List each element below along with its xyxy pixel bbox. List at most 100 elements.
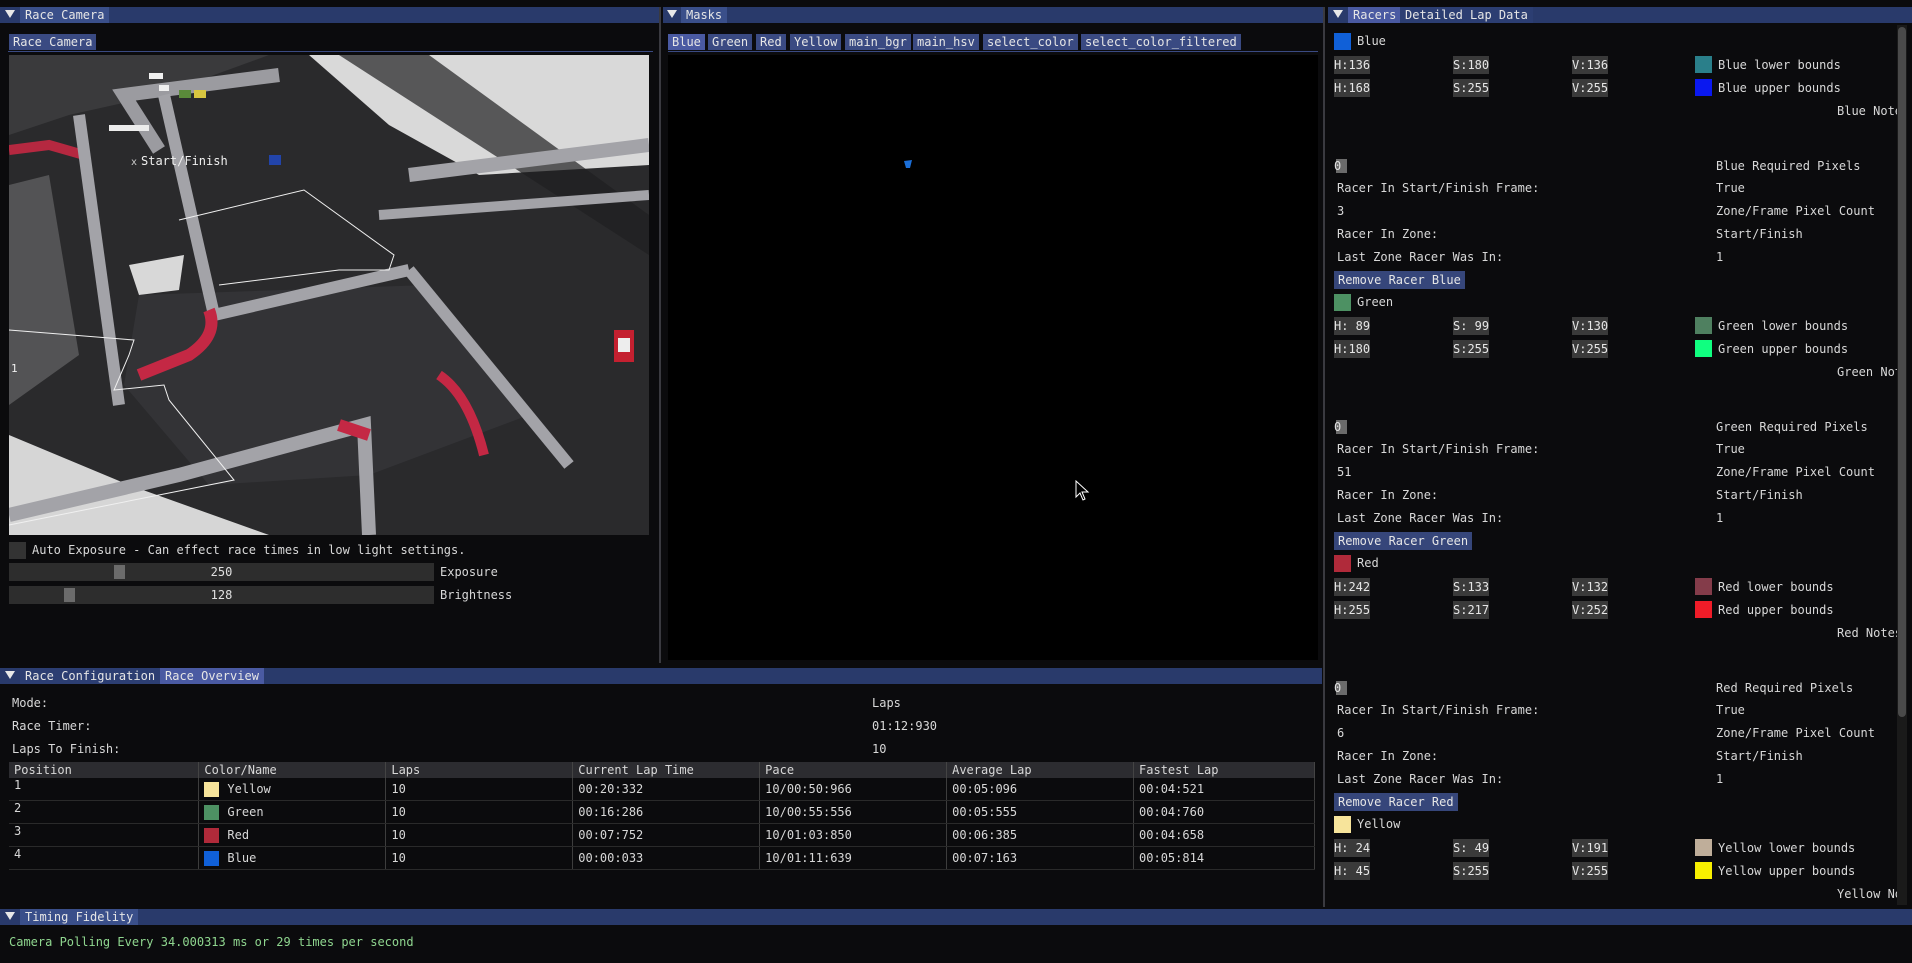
mask-tab-blue[interactable]: Blue xyxy=(668,34,705,50)
racer-green-swatch[interactable] xyxy=(1334,294,1351,311)
racer-red-swatch[interactable] xyxy=(1334,555,1351,572)
racer-red-upper-h[interactable]: H:255 xyxy=(1334,601,1371,619)
racer-red-lower-v[interactable]: V:132 xyxy=(1572,578,1609,596)
tab-race-camera[interactable]: Race Camera xyxy=(9,34,97,50)
racer-blue-upper-s[interactable]: S:255 xyxy=(1453,79,1490,97)
racer-yellow-swatch[interactable] xyxy=(1334,816,1351,833)
racer-blue-in-zone-right: Start/Finish xyxy=(1716,227,1803,241)
mask-tab-main-bgr[interactable]: main_bgr xyxy=(845,34,911,50)
collapse-arrow-icon[interactable] xyxy=(5,912,15,920)
racer-yellow-upper-s[interactable]: S:255 xyxy=(1453,862,1490,880)
masks-right-border[interactable] xyxy=(1323,7,1325,907)
race-camera-titlebar[interactable]: Race Camera xyxy=(0,7,660,23)
row-fastest-lap: 00:04:521 xyxy=(1133,778,1315,801)
racer-green-lower-swatch[interactable] xyxy=(1695,317,1712,334)
mask-tab-main-hsv[interactable]: main_hsv xyxy=(913,34,979,50)
racer-green-lower-v[interactable]: V:130 xyxy=(1572,317,1609,335)
racer-color-swatch xyxy=(204,781,220,797)
racer-blue-swatch[interactable] xyxy=(1334,33,1351,50)
racer-blue-upper-h[interactable]: H:168 xyxy=(1334,79,1371,97)
racer-green-lower-h[interactable]: H: 89 xyxy=(1334,317,1371,335)
racer-yellow-lower-h[interactable]: H: 24 xyxy=(1334,839,1371,857)
racers-scrollbar-thumb[interactable] xyxy=(1898,27,1906,717)
col-average-lap[interactable]: Average Lap xyxy=(946,762,1135,778)
racer-blue-in-zone-left: Racer In Zone: xyxy=(1337,227,1439,241)
racer-yellow-upper-v[interactable]: V:255 xyxy=(1572,862,1609,880)
collapse-arrow-icon[interactable] xyxy=(1333,10,1343,18)
mask-tab-select-color-filtered[interactable]: select_color_filtered xyxy=(1081,34,1241,50)
col-position[interactable]: Position xyxy=(9,762,200,778)
racer-blue-upper-v[interactable]: V:255 xyxy=(1572,79,1609,97)
racer-green-upper-v[interactable]: V:255 xyxy=(1572,340,1609,358)
racer-red-lower-s[interactable]: S:133 xyxy=(1453,578,1490,596)
race-camera-window-title[interactable]: Race Camera xyxy=(20,7,110,23)
row-current-lap-time: 00:00:033 xyxy=(572,846,761,870)
mode-label: Mode: xyxy=(12,696,49,710)
racer-blue-lower-swatch[interactable] xyxy=(1695,56,1712,73)
mask-tab-green[interactable]: Green xyxy=(708,34,753,50)
racer-yellow-lower-s[interactable]: S: 49 xyxy=(1453,839,1490,857)
racer-green-required-pixels-label: Green Required Pixels xyxy=(1716,420,1868,434)
tab-racers[interactable]: Racers xyxy=(1348,7,1402,23)
brightness-slider[interactable]: 128 xyxy=(9,586,434,604)
racer-blue-lower-s[interactable]: S:180 xyxy=(1453,56,1490,74)
mask-tab-yellow[interactable]: Yellow xyxy=(790,34,842,50)
zone-one-label: 1 xyxy=(11,362,18,375)
tab-race-configuration[interactable]: Race Configuration xyxy=(20,668,161,684)
mask-tab-red[interactable]: Red xyxy=(756,34,786,50)
camera-feed: x Start/Finish 1 xyxy=(9,55,649,535)
racers-scroll-area[interactable]: Blue H:136 S:180 V:136 Blue lower bounds H:16… xyxy=(1328,25,1912,905)
row-position: 2 xyxy=(9,800,200,824)
race-overview-titlebar[interactable]: Race Configuration Race Overview xyxy=(0,668,1322,684)
racer-blue-upper-swatch[interactable] xyxy=(1695,79,1712,96)
col-current-lap-time[interactable]: Current Lap Time xyxy=(572,762,761,778)
racer-red-lower-h[interactable]: H:242 xyxy=(1334,578,1371,596)
racer-color-swatch xyxy=(204,827,220,843)
col-laps[interactable]: Laps xyxy=(385,762,574,778)
racer-blue-lower-v[interactable]: V:136 xyxy=(1572,56,1609,74)
exposure-slider[interactable]: 250 xyxy=(9,563,434,581)
timing-fidelity-titlebar[interactable]: Timing Fidelity xyxy=(0,909,1912,925)
racer-green-upper-label: Green upper bounds xyxy=(1718,342,1849,356)
remove-racer-red-button[interactable]: Remove Racer Red xyxy=(1334,793,1458,811)
racer-blue-upper-label: Blue upper bounds xyxy=(1718,81,1841,95)
racer-green-upper-swatch[interactable] xyxy=(1695,340,1712,357)
col-color-name[interactable]: Color/Name xyxy=(198,762,387,778)
racer-red-upper-swatch[interactable] xyxy=(1695,601,1712,618)
remove-racer-green-button[interactable]: Remove Racer Green xyxy=(1334,532,1473,550)
racer-red-lower-swatch[interactable] xyxy=(1695,578,1712,595)
racers-scrollbar[interactable] xyxy=(1897,25,1907,905)
mask-tab-select-color[interactable]: select_color xyxy=(983,34,1078,50)
racer-green-upper-s[interactable]: S:255 xyxy=(1453,340,1490,358)
racer-green-last-zone-right: 1 xyxy=(1716,511,1724,525)
remove-racer-blue-button[interactable]: Remove Racer Blue xyxy=(1334,271,1465,289)
racer-yellow-upper-swatch[interactable] xyxy=(1695,862,1712,879)
racer-red-upper-s[interactable]: S:217 xyxy=(1453,601,1490,619)
col-pace[interactable]: Pace xyxy=(759,762,948,778)
timing-fidelity-window-title[interactable]: Timing Fidelity xyxy=(20,909,139,925)
racer-yellow-upper-h[interactable]: H: 45 xyxy=(1334,862,1371,880)
collapse-arrow-icon[interactable] xyxy=(667,10,677,18)
row-color-name: Green xyxy=(198,800,387,824)
collapse-arrow-icon[interactable] xyxy=(5,671,15,679)
racer-blue-pixel-count-left: 3 xyxy=(1337,204,1345,218)
tab-detailed-lap-data[interactable]: Detailed Lap Data xyxy=(1400,7,1533,23)
racers-titlebar[interactable]: Racers Detailed Lap Data xyxy=(1328,7,1912,23)
racer-green-lower-s[interactable]: S: 99 xyxy=(1453,317,1490,335)
racer-red-upper-v[interactable]: V:252 xyxy=(1572,601,1609,619)
col-fastest-lap[interactable]: Fastest Lap xyxy=(1133,762,1315,778)
zone-start-finish-label: Start/Finish xyxy=(141,154,228,168)
collapse-arrow-icon[interactable] xyxy=(5,10,15,18)
racer-green-upper-h[interactable]: H:180 xyxy=(1334,340,1371,358)
tab-race-overview[interactable]: Race Overview xyxy=(160,668,264,684)
racer-blue-lower-h[interactable]: H:136 xyxy=(1334,56,1371,74)
masks-window-title[interactable]: Masks xyxy=(681,7,728,23)
racer-name: Blue xyxy=(227,850,257,865)
masks-titlebar[interactable]: Masks xyxy=(663,7,1323,23)
racer-yellow-lower-v[interactable]: V:191 xyxy=(1572,839,1609,857)
row-laps: 10 xyxy=(385,846,574,870)
row-average-lap: 00:07:163 xyxy=(946,846,1135,870)
auto-exposure-checkbox[interactable] xyxy=(9,542,26,559)
racer-yellow-lower-swatch[interactable] xyxy=(1695,839,1712,856)
race-camera-right-border[interactable] xyxy=(659,7,661,663)
